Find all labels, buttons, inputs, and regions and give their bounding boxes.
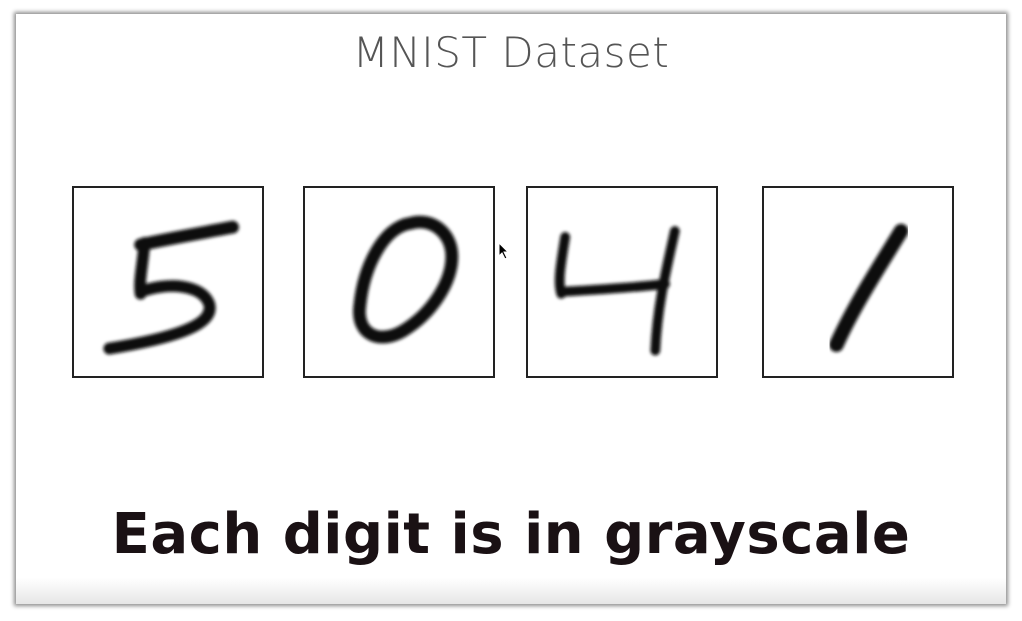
digit-image-1 [762, 186, 954, 378]
digit-image-0 [303, 186, 495, 378]
slide-bottom-bar [16, 578, 1006, 604]
handwritten-digit-4 [554, 226, 680, 356]
handwritten-digit-5 [103, 220, 239, 355]
digit-image-5 [72, 186, 264, 378]
handwritten-digit-1 [829, 223, 909, 353]
digit-image-4 [526, 186, 718, 378]
slide-caption: Each digit is in grayscale [111, 502, 911, 567]
mouse-pointer-icon [498, 242, 510, 260]
slide-title: MNIST Dataset [352, 28, 670, 77]
slide: MNIST Dataset Each digit is in grayscale [16, 14, 1006, 604]
screenshot-frame: MNIST Dataset Each digit is in grayscale [0, 0, 1022, 621]
handwritten-digit-0 [353, 215, 459, 344]
